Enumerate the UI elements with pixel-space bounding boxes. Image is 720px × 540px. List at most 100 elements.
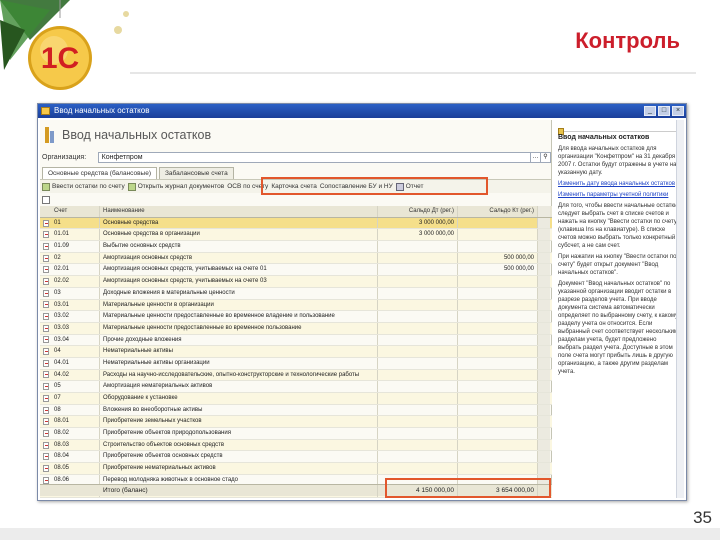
table-row[interactable]: 02 Амортизация основных средств 500 000,00 bbox=[40, 252, 552, 265]
maximize-button[interactable]: □ bbox=[658, 106, 670, 116]
accounts-table: Счет Наименование Сальдо Дт (рег.) Сальд… bbox=[40, 206, 552, 499]
tab-off-balance-accounts[interactable]: Забалансовые счета bbox=[159, 167, 234, 179]
cell-debit bbox=[378, 241, 458, 252]
cell-account: 03.04 bbox=[52, 334, 100, 346]
search-icon[interactable]: ⚲ bbox=[540, 152, 550, 162]
scrollbar-track bbox=[538, 439, 550, 451]
change-date-link[interactable]: Изменить дату ввода начальных остатков bbox=[558, 180, 680, 188]
table-row[interactable]: 08.05 Приобретение нематериальных активов bbox=[40, 463, 552, 475]
table-row[interactable]: 08 Вложения во внеоборотные активы bbox=[40, 404, 552, 417]
slide-title: Контроль bbox=[575, 28, 680, 53]
table-row[interactable]: 01.01 Основные средства в организации 3 00… bbox=[40, 229, 552, 242]
table-row[interactable]: 05 Амортизация нематериальных активов bbox=[40, 381, 552, 393]
scrollbar-track bbox=[538, 463, 550, 474]
window-app-icon bbox=[41, 107, 50, 115]
row-document-icon bbox=[40, 253, 52, 264]
cell-name: Доходные вложения в материальные ценност… bbox=[100, 287, 378, 299]
row-document-icon bbox=[40, 370, 52, 381]
cell-credit bbox=[458, 217, 538, 229]
cell-name: Выбытие основных средств bbox=[100, 241, 378, 252]
open-journal-button[interactable]: Открыть журнал документов bbox=[127, 182, 224, 191]
cell-debit bbox=[378, 463, 458, 474]
row-document-icon bbox=[40, 381, 52, 392]
cell-account: 04 bbox=[52, 346, 100, 357]
header-name[interactable]: Наименование bbox=[100, 206, 378, 217]
tab-balance-accounts[interactable]: Основные средства (балансовые) bbox=[42, 167, 157, 179]
cell-debit: 3 000 000,00 bbox=[378, 217, 458, 229]
cell-name: Оборудование к установке bbox=[100, 393, 378, 404]
cell-credit bbox=[458, 404, 538, 416]
table-row[interactable]: 03.04 Прочие доходные вложения bbox=[40, 334, 552, 347]
cell-account: 03.03 bbox=[52, 322, 100, 334]
table-row[interactable]: 03 Доходные вложения в материальные ценно… bbox=[40, 287, 552, 300]
cell-debit bbox=[378, 346, 458, 357]
cell-debit bbox=[378, 369, 458, 381]
window-titlebar[interactable]: Ввод начальных остатков _ □ × bbox=[38, 104, 686, 118]
scrollbar-track bbox=[538, 346, 550, 357]
toolbar: Ввести остатки по счету Открыть журнал д… bbox=[40, 177, 551, 204]
row-document-icon bbox=[40, 323, 52, 334]
table-row[interactable]: 04 Нематериальные активы bbox=[40, 346, 552, 358]
table-row[interactable]: 08.04 Приобретение объектов основных сред… bbox=[40, 451, 552, 464]
scrollbar-track bbox=[538, 428, 550, 439]
journal-icon bbox=[127, 182, 136, 191]
cell-account: 08.02 bbox=[52, 428, 100, 439]
scrollbar-track bbox=[538, 311, 550, 322]
row-document-icon bbox=[40, 311, 52, 322]
scrollbar-track bbox=[538, 241, 550, 252]
table-row[interactable]: 01.09 Выбытие основных средств bbox=[40, 241, 552, 253]
table-row[interactable]: 02.01 Амортизация основных средств, учиты… bbox=[40, 264, 552, 277]
table-row[interactable]: 07 Оборудование к установке bbox=[40, 393, 552, 405]
organization-field[interactable]: Конфетпром … ⚲ bbox=[97, 151, 551, 163]
cell-credit bbox=[458, 229, 538, 241]
cell-account: 08.01 bbox=[52, 416, 100, 428]
enter-balances-button[interactable]: Ввести остатки по счету bbox=[42, 182, 125, 191]
cell-name: Материальные ценности в организации bbox=[100, 299, 378, 311]
scrollbar-track bbox=[538, 252, 550, 264]
cell-name: Приобретение нематериальных активов bbox=[100, 463, 378, 474]
cell-credit bbox=[458, 322, 538, 334]
table-row[interactable]: 03.02 Материальные ценности предоставленн… bbox=[40, 311, 552, 323]
change-policy-link[interactable]: Изменить параметры учетной политики bbox=[558, 191, 680, 199]
scrollbar-track bbox=[538, 369, 550, 381]
cell-debit bbox=[378, 311, 458, 322]
row-document-icon bbox=[40, 463, 52, 474]
cell-debit: 3 000 000,00 bbox=[378, 229, 458, 241]
row-document-icon bbox=[40, 346, 52, 357]
table-row[interactable]: 08.02 Приобретение объектов природопользо… bbox=[40, 428, 552, 440]
table-row[interactable]: 08.01 Приобретение земельных участков bbox=[40, 416, 552, 429]
minimize-button[interactable]: _ bbox=[644, 106, 656, 116]
row-document-icon bbox=[40, 428, 52, 439]
table-row[interactable]: 04.02 Расходы на научно-исследовательские… bbox=[40, 369, 552, 382]
table-row[interactable]: 01 Основные средства 3 000 000,00 bbox=[40, 217, 552, 230]
cell-name: Материальные ценности предоставленные во… bbox=[100, 311, 378, 322]
scrollbar-track bbox=[538, 264, 550, 276]
header-debit[interactable]: Сальдо Дт (рег.) bbox=[378, 206, 458, 217]
cell-account: 02.01 bbox=[52, 264, 100, 276]
table-row[interactable]: 03.01 Материальные ценности в организации bbox=[40, 299, 552, 312]
scrollbar-track bbox=[538, 334, 550, 346]
help-title: Ввод начальных остатков bbox=[558, 134, 650, 141]
cell-account: 01 bbox=[52, 217, 100, 229]
help-paragraph: Для того, чтобы ввести начальные остатки… bbox=[558, 203, 680, 249]
cell-debit bbox=[378, 439, 458, 451]
table-row[interactable]: 02.02 Амортизация основных средств, учиты… bbox=[40, 276, 552, 288]
header-account[interactable]: Счет bbox=[52, 206, 100, 217]
header-credit[interactable]: Сальдо Кт (рег.) bbox=[458, 206, 538, 217]
row-document-icon bbox=[40, 218, 52, 229]
organization-value: Конфетпром bbox=[101, 153, 143, 161]
help-scrollbar[interactable] bbox=[676, 120, 684, 498]
cell-debit bbox=[378, 451, 458, 463]
cell-account: 02 bbox=[52, 252, 100, 264]
cell-account: 07 bbox=[52, 393, 100, 404]
cell-account: 08 bbox=[52, 404, 100, 416]
table-row[interactable]: 03.03 Материальные ценности предоставленн… bbox=[40, 322, 552, 335]
page-number: 35 bbox=[693, 508, 712, 527]
table-row[interactable]: 08.03 Строительство объектов основных сре… bbox=[40, 439, 552, 452]
scrollbar-track bbox=[538, 416, 550, 428]
select-organization-button[interactable]: … bbox=[530, 152, 540, 162]
table-row[interactable]: 04.01 Нематериальные активы организации bbox=[40, 357, 552, 370]
cell-name: Основные средства в организации bbox=[100, 229, 378, 241]
close-button[interactable]: × bbox=[672, 106, 684, 116]
cell-credit bbox=[458, 416, 538, 428]
